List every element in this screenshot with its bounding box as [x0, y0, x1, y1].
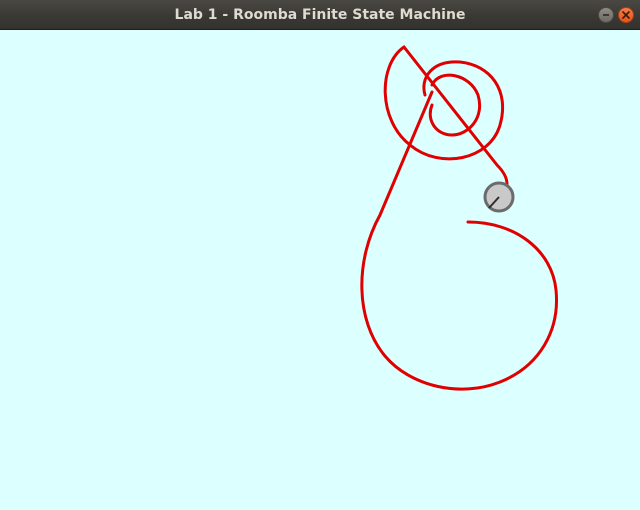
- path-arc-outer-circle: [383, 45, 505, 161]
- close-button[interactable]: [618, 7, 634, 23]
- roomba-robot[interactable]: [483, 181, 515, 213]
- canvas-drawing: [360, 45, 559, 391]
- path-segment-tail: [360, 90, 559, 391]
- path-arc-inner-circle: [428, 73, 481, 137]
- simulation-canvas[interactable]: [0, 30, 640, 510]
- close-icon: [622, 11, 630, 19]
- path-segment-diagonal: [402, 45, 509, 186]
- app-window: Lab 1 - Roomba Finite State Machine: [0, 0, 640, 510]
- title-bar[interactable]: Lab 1 - Roomba Finite State Machine: [0, 0, 640, 30]
- minimize-button[interactable]: [598, 7, 614, 23]
- window-title: Lab 1 - Roomba Finite State Machine: [174, 7, 466, 23]
